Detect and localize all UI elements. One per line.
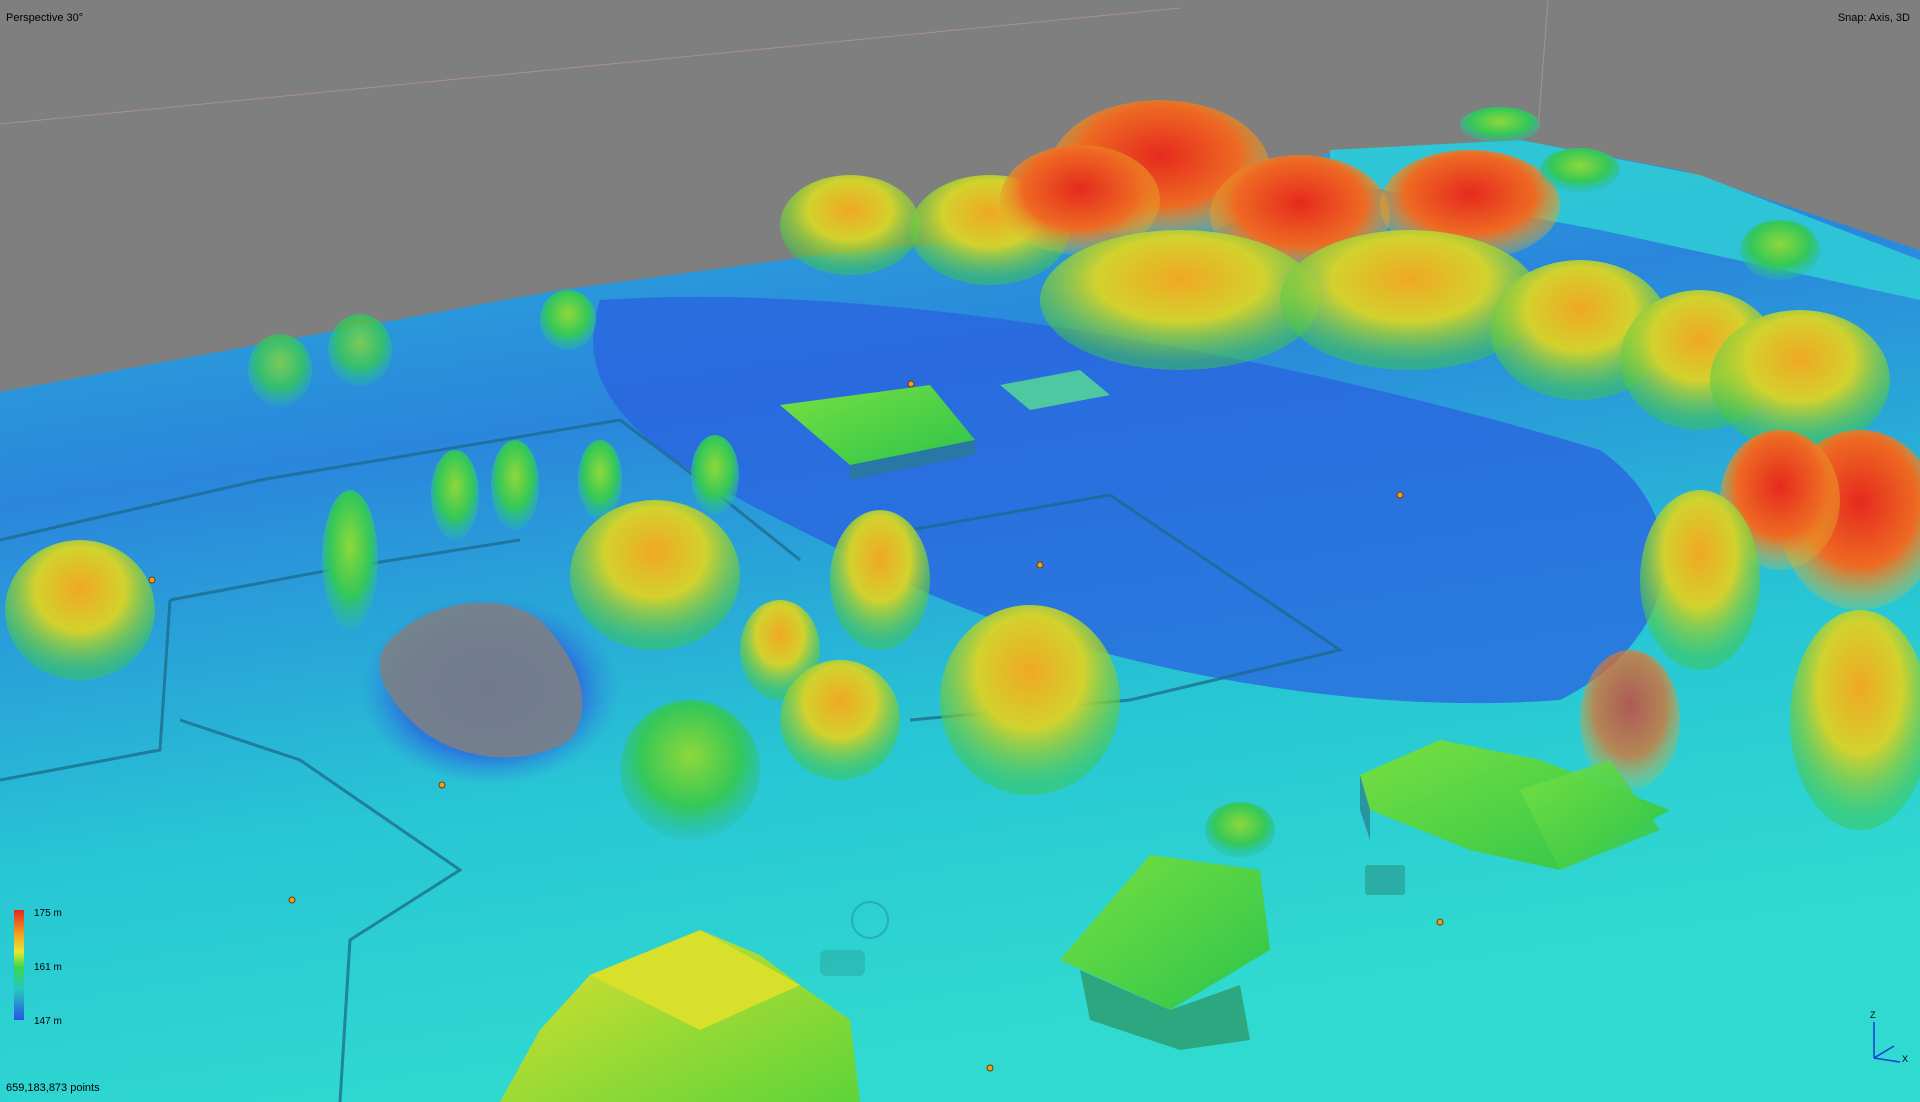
legend-mid-label: 161 m	[34, 962, 62, 973]
elevation-legend: 175 m 161 m 147 m	[12, 908, 72, 1027]
vehicle	[820, 950, 865, 976]
point-count-label: 659,183,873 points	[6, 1082, 100, 1094]
snap-mode-label[interactable]: Snap: Axis, 3D	[1838, 12, 1910, 24]
legend-min-label: 147 m	[34, 1016, 62, 1027]
legend-max-label: 175 m	[34, 908, 62, 919]
vehicle	[1365, 865, 1405, 895]
axis-z-label: Z	[1870, 1010, 1876, 1020]
axis-x-label: X	[1902, 1054, 1909, 1064]
axis-gizmo[interactable]: Z X	[1864, 1010, 1910, 1066]
point-cloud-viewport[interactable]: Perspective 30° Snap: Axis, 3D 659,183,8…	[0, 0, 1920, 1102]
view-mode-label: Perspective 30°	[6, 12, 84, 24]
point-cloud-scene[interactable]	[0, 0, 1920, 1102]
elevation-color-bar	[14, 910, 24, 1020]
